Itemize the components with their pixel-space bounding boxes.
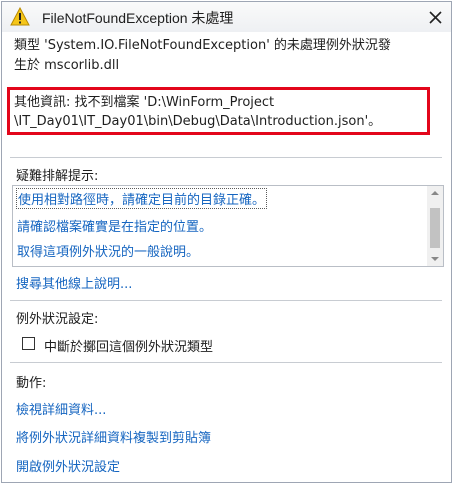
info-line-2: \IT_Day01\IT_Day01\bin\Debug\Data\Introd… — [14, 114, 382, 129]
scroll-up-arrow-icon[interactable] — [431, 191, 439, 195]
additional-info: 其他資訊: 找不到檔案 'D:\WinForm_Project \IT_Day0… — [14, 93, 434, 131]
close-icon — [428, 10, 442, 24]
view-details-link[interactable]: 檢視詳細資料... — [16, 399, 106, 418]
close-button[interactable] — [423, 5, 447, 29]
dialog-title: FileNotFoundException 未處理 — [42, 10, 234, 26]
tip-relative-path[interactable]: 使用相對路徑時，請確定目前的目錄正確。 — [15, 188, 268, 209]
break-on-exception-label[interactable]: 中斷於擲回這個例外狀況類型 — [44, 336, 213, 355]
divider — [10, 300, 442, 301]
tips-scrollbar[interactable] — [427, 186, 443, 266]
tip-verify-file-location[interactable]: 請確認檔案確實是在指定的位置。 — [17, 216, 212, 235]
actions-title: 動作: — [16, 376, 47, 391]
scroll-down-arrow-icon[interactable] — [431, 257, 439, 261]
exception-dialog: FileNotFoundException 未處理 類型 'System.IO.… — [1, 1, 452, 483]
troubleshooting-title: 疑難排解提示: — [16, 169, 99, 184]
message-line-2: 生於 mscorlib.dll — [14, 58, 120, 73]
warning-icon — [10, 6, 30, 26]
open-exception-settings-link[interactable]: 開啟例外狀況設定 — [16, 456, 120, 475]
copy-details-to-clipboard-link[interactable]: 將例外狀況詳細資料複製到剪貼簿 — [16, 427, 211, 446]
exception-settings-title: 例外狀況設定: — [16, 312, 99, 327]
message-line-1: 類型 'System.IO.FileNotFoundException' 的未處… — [14, 38, 391, 53]
search-online-help-link[interactable]: 搜尋其他線上說明... — [16, 273, 132, 292]
troubleshooting-tips-list[interactable]: 使用相對路徑時，請確定目前的目錄正確。 請確認檔案確實是在指定的位置。 取得這項… — [12, 185, 444, 267]
exception-message: 類型 'System.IO.FileNotFoundException' 的未處… — [14, 36, 434, 76]
info-line-1: 其他資訊: 找不到檔案 'D:\WinForm_Project — [14, 95, 275, 110]
scroll-thumb[interactable] — [430, 208, 440, 248]
divider — [10, 157, 442, 158]
divider — [10, 362, 442, 363]
title-bar: FileNotFoundException 未處理 — [2, 2, 451, 32]
break-on-exception-checkbox[interactable] — [22, 337, 35, 350]
tip-general-help[interactable]: 取得這項例外狀況的一般說明。 — [17, 241, 199, 260]
